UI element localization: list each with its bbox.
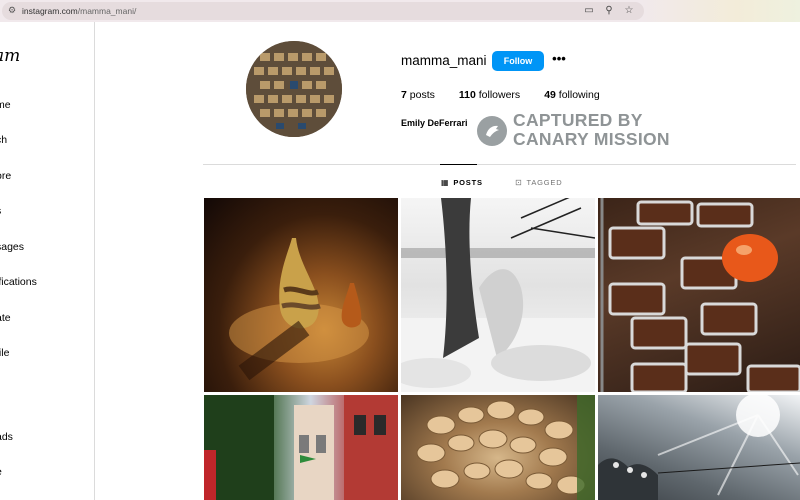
watermark-line2: CANARY MISSION <box>513 129 670 149</box>
post-tile-vases[interactable] <box>204 198 398 392</box>
active-tab-indicator <box>440 164 477 165</box>
cloudy-sky-image <box>598 395 800 500</box>
instagram-logo[interactable]: am <box>0 46 20 66</box>
watermark-text: CAPTURED BY CANARY MISSION <box>513 111 670 149</box>
grid-icon: ▦ <box>441 178 450 187</box>
street-image <box>204 395 398 500</box>
profile-username: mamma_mani <box>401 53 487 68</box>
tab-tagged-label: TAGGED <box>526 178 563 187</box>
tagged-icon: ⊡ <box>515 178 523 187</box>
posts-number: 7 <box>401 89 407 101</box>
url-host: instagram.com <box>22 6 78 16</box>
followers-number: 110 <box>458 89 476 101</box>
profile-stats: 7 posts 110 followers 49 following <box>401 89 624 101</box>
cast-icon[interactable]: ▭ <box>582 4 596 18</box>
more-options-icon[interactable]: ••• <box>550 52 568 70</box>
baked-bars-image <box>600 198 800 392</box>
post-tile-mushrooms[interactable] <box>401 395 595 500</box>
canary-logo-icon <box>477 116 507 146</box>
browser-toolbar: ⚙ instagram.com/mamma_mani/ ▭ ⚲ ☆ <box>0 0 800 22</box>
follow-button[interactable]: Follow <box>492 51 544 71</box>
sidebar-item-threads[interactable]: ads <box>0 431 13 443</box>
tabs-divider <box>203 164 796 165</box>
snowy-tree-image <box>401 198 595 392</box>
sidebar-item-more[interactable]: e <box>0 466 2 478</box>
posts-count: 7 posts <box>401 89 435 101</box>
toolbar-gradient <box>640 0 800 22</box>
tab-posts[interactable]: ▦ POSTS <box>441 178 483 187</box>
followers-count[interactable]: 110 followers <box>459 89 520 101</box>
following-number: 49 <box>544 89 556 101</box>
sidebar-item-messages[interactable]: sages <box>0 241 24 253</box>
avatar-image <box>246 41 342 137</box>
site-settings-icon[interactable]: ⚙ <box>8 6 18 16</box>
mushrooms-image <box>416 395 595 500</box>
post-tile-street[interactable] <box>204 395 398 500</box>
url-path: /mamma_mani/ <box>77 6 137 16</box>
sidebar-item-explore[interactable]: ore <box>0 170 11 182</box>
post-tile-snowy-tree[interactable] <box>401 198 595 392</box>
post-tile-cloudy-sky[interactable] <box>598 395 800 500</box>
tab-tagged[interactable]: ⊡ TAGGED <box>515 178 562 187</box>
watermark-line1: CAPTURED BY <box>513 110 643 130</box>
sidebar-item-profile[interactable]: file <box>0 347 9 359</box>
sidebar-item-create[interactable]: ate <box>0 312 11 324</box>
profile-full-name: Emily DeFerrari <box>401 118 468 128</box>
profile-avatar[interactable] <box>246 41 342 137</box>
tab-posts-label: POSTS <box>453 178 483 187</box>
following-label: following <box>558 89 600 101</box>
post-tile-baked-bars[interactable] <box>598 198 800 392</box>
posts-label: posts <box>409 89 435 101</box>
following-count[interactable]: 49 following <box>544 89 599 101</box>
bookmark-star-icon[interactable]: ☆ <box>622 4 636 18</box>
sidebar-item-search[interactable]: ch <box>0 134 7 146</box>
url-text[interactable]: instagram.com/mamma_mani/ <box>22 5 136 17</box>
sidebar-item-reels[interactable]: s <box>0 205 1 217</box>
address-bar[interactable]: ⚙ instagram.com/mamma_mani/ ▭ ⚲ ☆ <box>2 2 644 20</box>
vases-image <box>229 238 369 381</box>
followers-label: followers <box>478 89 521 101</box>
sidebar: am me ch ore s sages ifications ate file… <box>0 22 95 500</box>
sidebar-item-home[interactable]: me <box>0 99 11 111</box>
sidebar-item-notifications[interactable]: ifications <box>0 276 37 288</box>
zoom-icon[interactable]: ⚲ <box>602 4 616 18</box>
